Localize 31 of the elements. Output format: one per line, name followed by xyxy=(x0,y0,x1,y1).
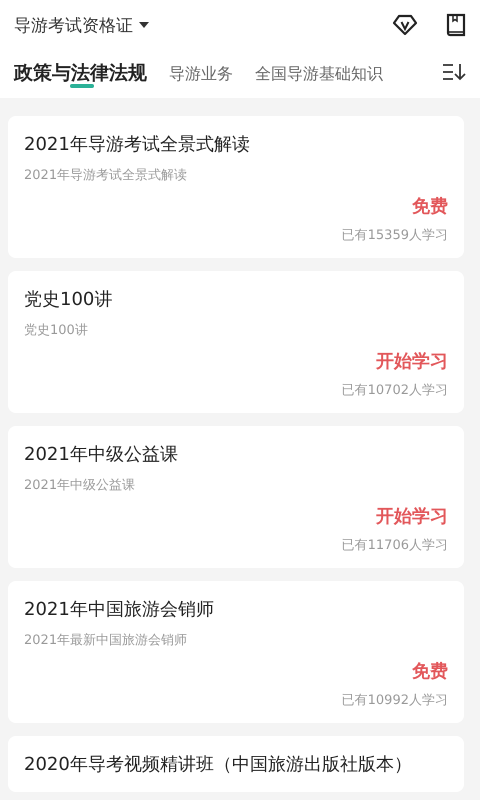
category-tab[interactable]: 导游业务 xyxy=(169,50,233,90)
learner-count: 已有15359人学习 xyxy=(342,227,448,244)
course-card[interactable]: 2021年中级公益课 2021年中级公益课 开始学习 已有11706人学习 xyxy=(8,426,464,568)
category-tab[interactable]: 政策与法律法规 xyxy=(14,50,147,90)
learner-count: 已有11706人学习 xyxy=(342,537,448,554)
course-card[interactable]: 2021年中国旅游会销师 2021年最新中国旅游会销师 免费 已有10992人学习 xyxy=(8,581,464,723)
exam-selector[interactable]: 导游考试资格证 xyxy=(14,14,149,36)
course-subtitle: 党史100讲 xyxy=(24,322,89,339)
course-title: 党史100讲 xyxy=(24,288,114,312)
vip-icon[interactable] xyxy=(392,14,418,36)
course-price: 免费 xyxy=(412,660,448,683)
course-card[interactable]: 党史100讲 党史100讲 开始学习 已有10702人学习 xyxy=(8,271,464,413)
course-card[interactable]: 2020年导考视频精讲班（中国旅游出版社版本） xyxy=(8,736,464,792)
course-price: 开始学习 xyxy=(376,350,448,373)
course-subtitle: 2021年中级公益课 xyxy=(24,477,136,494)
course-subtitle: 2021年导游考试全景式解读 xyxy=(24,167,188,184)
caret-icon xyxy=(139,22,149,28)
tab-indicator xyxy=(70,84,94,88)
course-title: 2021年中国旅游会销师 xyxy=(24,598,215,622)
learner-count: 已有10702人学习 xyxy=(342,382,448,399)
course-card[interactable]: 2021年导游考试全景式解读 2021年导游考试全景式解读 免费 已有15359人学习 xyxy=(8,116,464,258)
course-price: 开始学习 xyxy=(376,505,448,528)
category-tab[interactable]: 全国导游基础知识 xyxy=(255,50,383,90)
course-title: 2021年导游考试全景式解读 xyxy=(24,133,251,157)
sort-icon[interactable] xyxy=(442,62,466,82)
course-price: 免费 xyxy=(412,195,448,218)
course-subtitle: 2021年最新中国旅游会销师 xyxy=(24,632,188,649)
book-icon[interactable] xyxy=(446,13,466,37)
course-title: 2020年导考视频精讲班（中国旅游出版社版本） xyxy=(24,753,413,777)
learner-count: 已有10992人学习 xyxy=(342,692,448,709)
course-title: 2021年中级公益课 xyxy=(24,443,179,467)
